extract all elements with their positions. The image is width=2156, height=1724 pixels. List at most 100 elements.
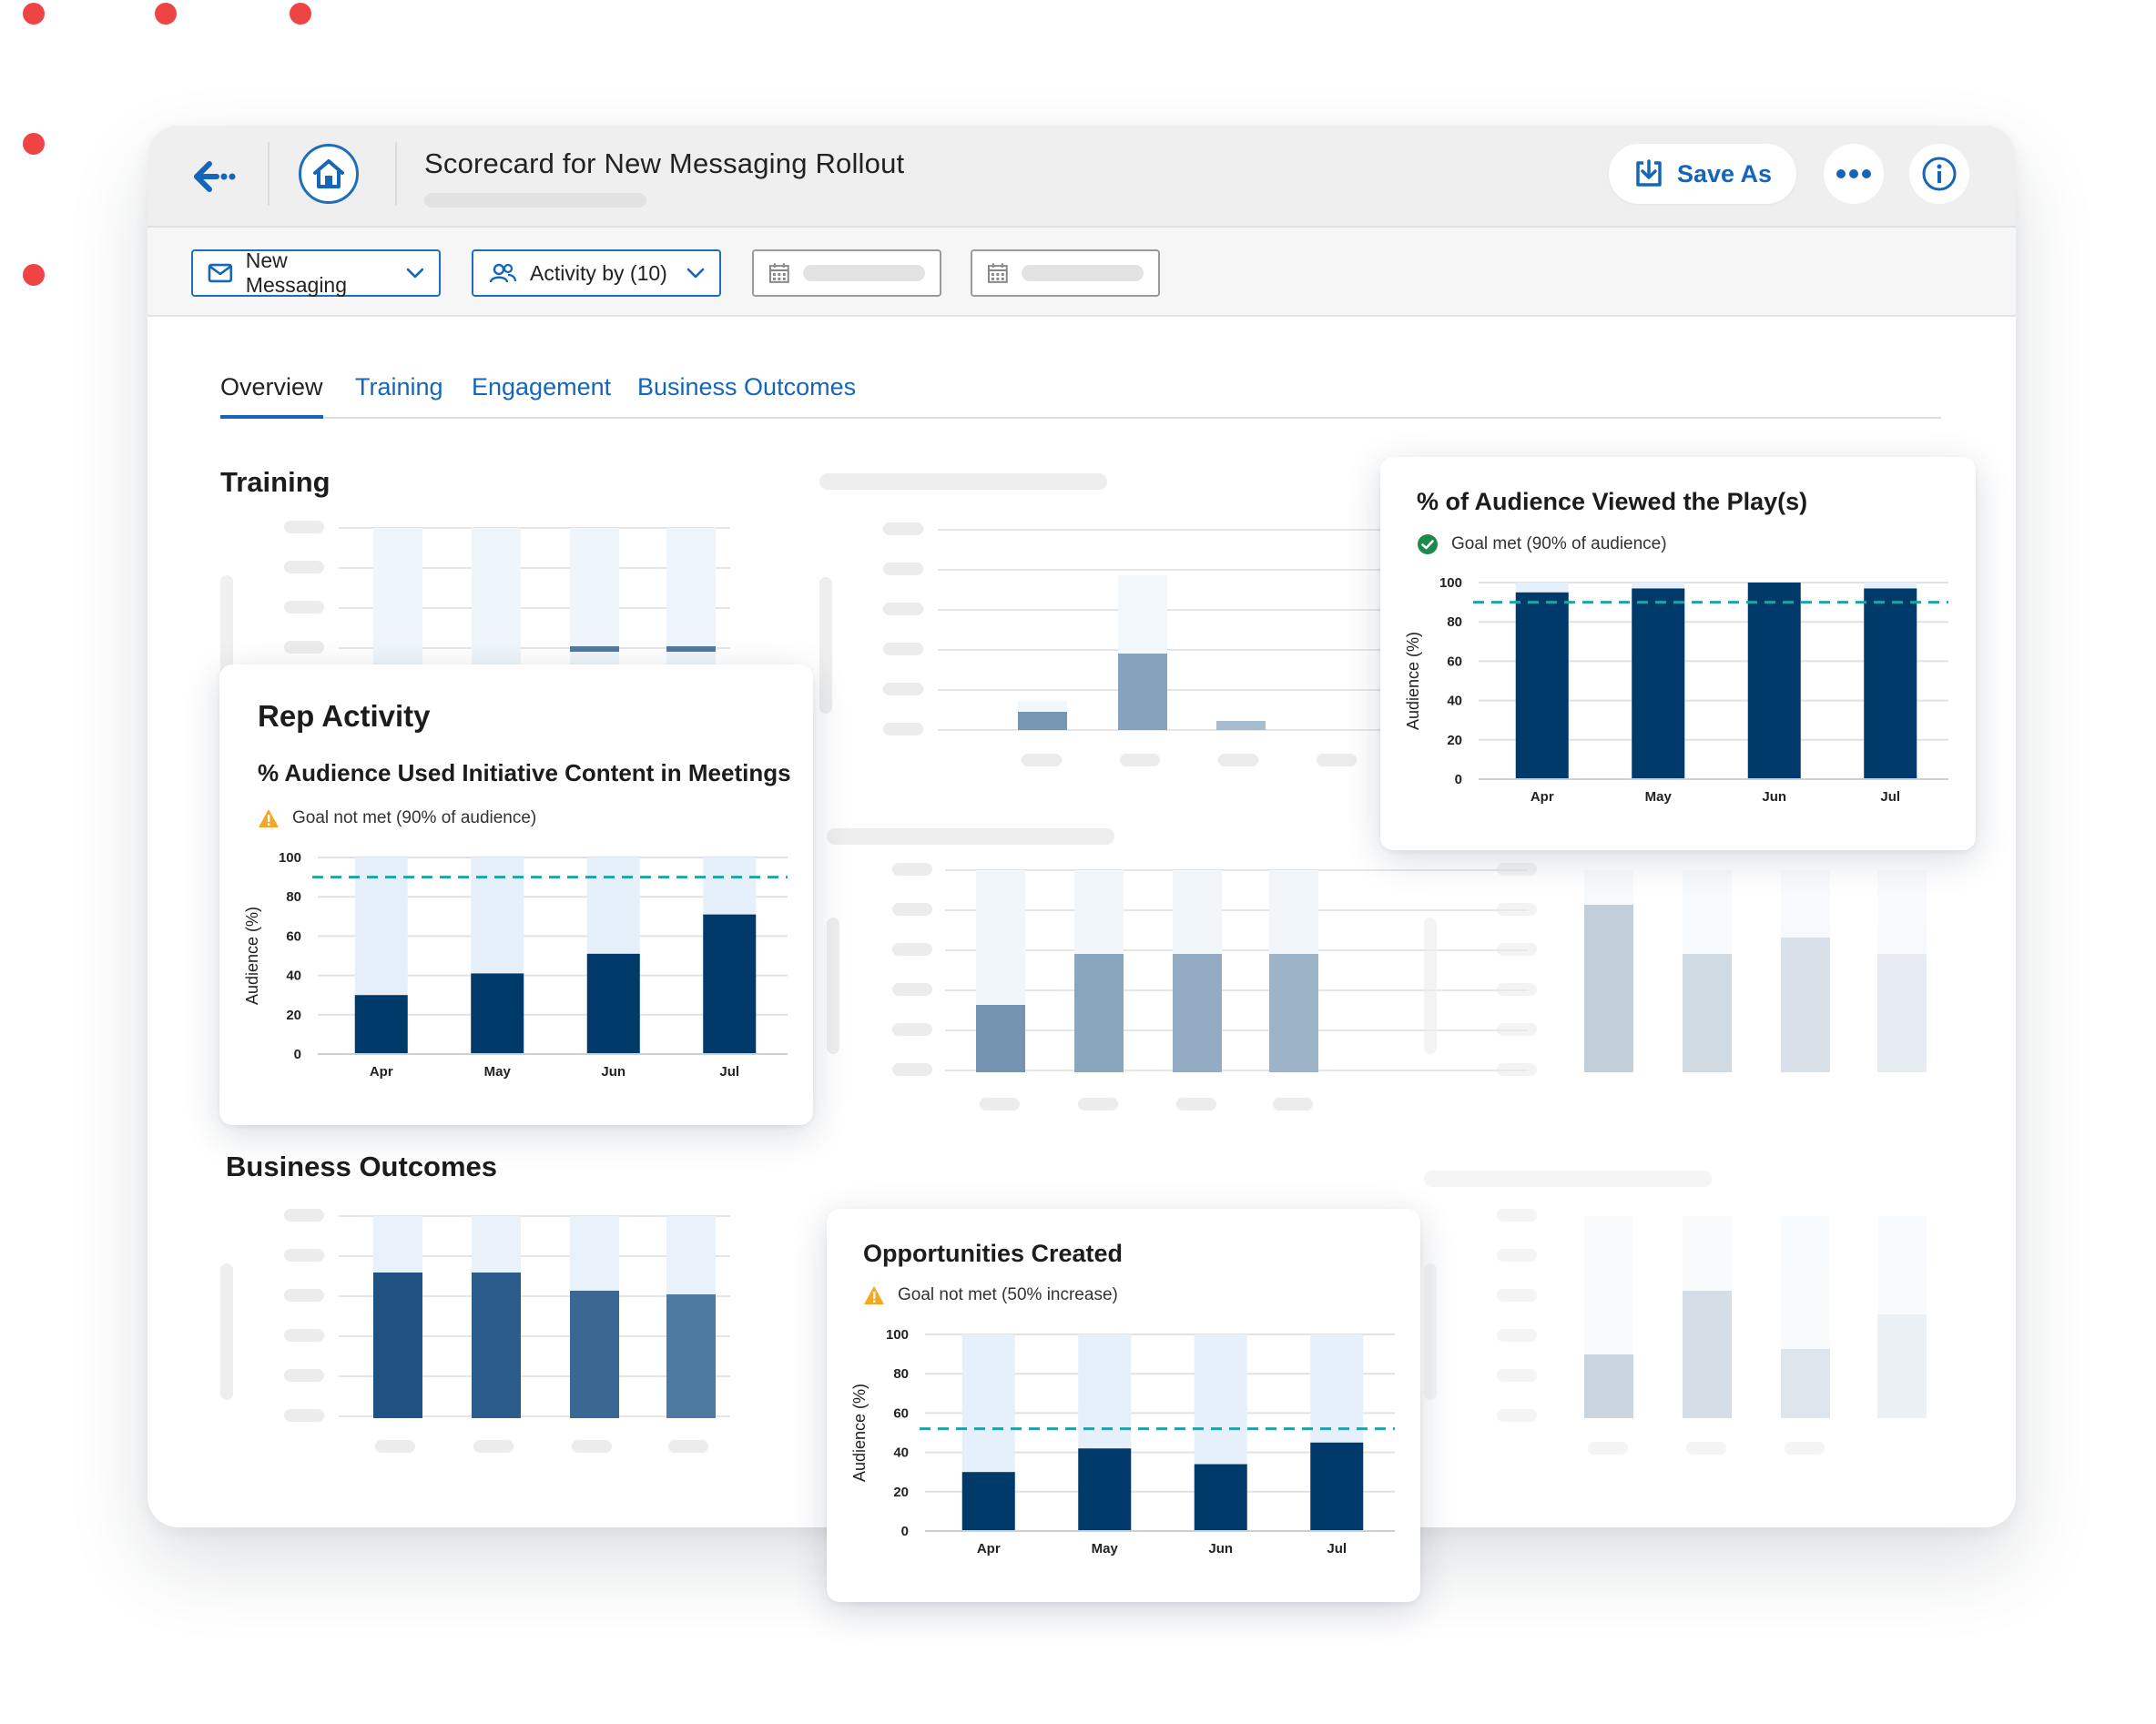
y-tick-label: 80 [1447,614,1462,630]
x-tick-label: Jul [719,1064,739,1080]
x-tick-label: Apr [370,1064,393,1080]
bar [1864,588,1917,779]
filter-bar: New Messaging Activity by (10) [147,228,2016,317]
bar [1310,1442,1364,1531]
y-tick-label: 0 [1455,772,1462,787]
calendar-icon [768,263,789,283]
x-tick-label: Jun [601,1064,625,1080]
bar [1078,1448,1132,1531]
x-tick-label: Jun [1762,789,1786,805]
y-tick-label: 40 [1447,694,1462,709]
ghost-chart-engagement-2 [1424,863,1927,1076]
y-tick-label: 80 [286,889,301,905]
y-axis-label: Audience (%) [850,1384,869,1482]
title-bar: Scorecard for New Messaging Rollout Save… [147,126,2016,228]
decor-dot [23,3,45,25]
info-button[interactable] [1909,144,1969,204]
ghost-chart-business-2 [1424,1209,1927,1455]
y-tick-label: 60 [893,1405,909,1421]
bar [1194,1464,1247,1531]
calendar-icon [987,263,1008,283]
y-axis-label: Audience (%) [1404,632,1422,730]
tab-bar: Overview Training Engagement Business Ou… [220,373,1941,419]
heading-placeholder [827,828,1114,845]
goal-text: Goal met (90% of audience) [1451,534,1667,553]
card-subtitle: % Audience Used Initiative Content in Me… [258,759,791,786]
goal-text: Goal not met (50% increase) [898,1285,1118,1304]
bar [1747,583,1801,779]
card-title: Opportunities Created [863,1240,1124,1267]
heading-placeholder [1424,1171,1712,1187]
bar [354,995,408,1054]
chevron-down-icon [686,268,705,279]
y-tick-label: 60 [286,928,301,944]
envelope-icon [208,263,233,283]
training-section-title: Training [220,466,331,498]
warning-icon [259,809,279,827]
tab-training[interactable]: Training [355,373,443,419]
x-tick-label: May [1645,789,1673,805]
ellipsis-icon [1836,169,1871,178]
card-title: Rep Activity [258,699,431,733]
decor-dot [23,133,45,155]
y-tick-label: 20 [893,1485,909,1500]
date-placeholder [1021,265,1144,281]
date-placeholder [802,265,925,281]
heading-placeholder [819,473,1107,490]
rep-activity-card: Rep Activity % Audience Used Initiative … [219,664,813,1125]
tab-overview[interactable]: Overview [220,373,323,419]
bar [1515,592,1569,779]
home-button[interactable] [299,144,359,204]
decor-dot [290,3,311,25]
end-date-picker[interactable] [971,249,1160,297]
x-tick-label: May [484,1064,512,1080]
back-button[interactable] [188,153,242,200]
activity-filter-label: Activity by (10) [530,260,667,285]
y-axis-label: Audience (%) [243,907,261,1005]
y-tick-label: 20 [1447,733,1462,748]
divider [395,142,397,206]
rep-activity-chart: 0 20 40 60 80 100 Audience (%) Apr May Jun Jul [243,850,788,1080]
y-tick-label: 100 [886,1327,909,1343]
y-tick-label: 40 [286,968,301,984]
x-tick-label: Jul [1327,1541,1347,1557]
bar [703,914,757,1054]
ghost-chart-engagement-1 [827,863,1528,1110]
divider [268,142,270,206]
start-date-picker[interactable] [752,249,941,297]
messaging-filter-dropdown[interactable]: New Messaging [191,248,441,297]
warning-icon [864,1286,884,1304]
check-circle-icon [1418,534,1438,554]
bar [586,953,640,1054]
y-tick-label: 100 [1439,575,1462,591]
goal-text: Goal not met (90% of audience) [292,808,537,827]
subtitle-placeholder [424,193,646,208]
page-title: Scorecard for New Messaging Rollout [424,147,905,179]
messaging-filter-label: New Messaging [245,248,348,297]
x-tick-label: May [1092,1541,1119,1557]
back-arrow-icon [194,161,236,192]
opportunities-card: Opportunities Created Goal not met (50% … [827,1209,1420,1602]
card-title: % of Audience Viewed the Play(s) [1417,488,1808,515]
x-tick-label: Apr [1531,789,1554,805]
y-tick-label: 40 [893,1445,909,1461]
bar [1632,588,1685,779]
decor-dot [155,3,177,25]
tab-engagement[interactable]: Engagement [472,373,611,419]
bar [961,1472,1015,1531]
chevron-down-icon [406,268,424,279]
y-tick-label: 0 [901,1524,909,1539]
y-tick-label: 0 [294,1047,301,1062]
opportunities-chart: 0 20 40 60 80 100 Audience (%) Apr May Jun Jul [850,1327,1395,1557]
users-icon [489,263,517,283]
save-as-button[interactable]: Save As [1609,144,1796,204]
x-tick-label: Jun [1208,1541,1233,1557]
more-options-button[interactable] [1824,144,1884,204]
x-tick-label: Jul [1880,789,1900,805]
y-tick-label: 80 [893,1366,909,1382]
activity-filter-dropdown[interactable]: Activity by (10) [472,249,721,297]
goal-status: Goal met (90% of audience) [1417,533,1667,555]
business-outcomes-section-title: Business Outcomes [226,1151,498,1182]
info-icon [1922,157,1957,191]
tab-business-outcomes[interactable]: Business Outcomes [637,373,856,419]
